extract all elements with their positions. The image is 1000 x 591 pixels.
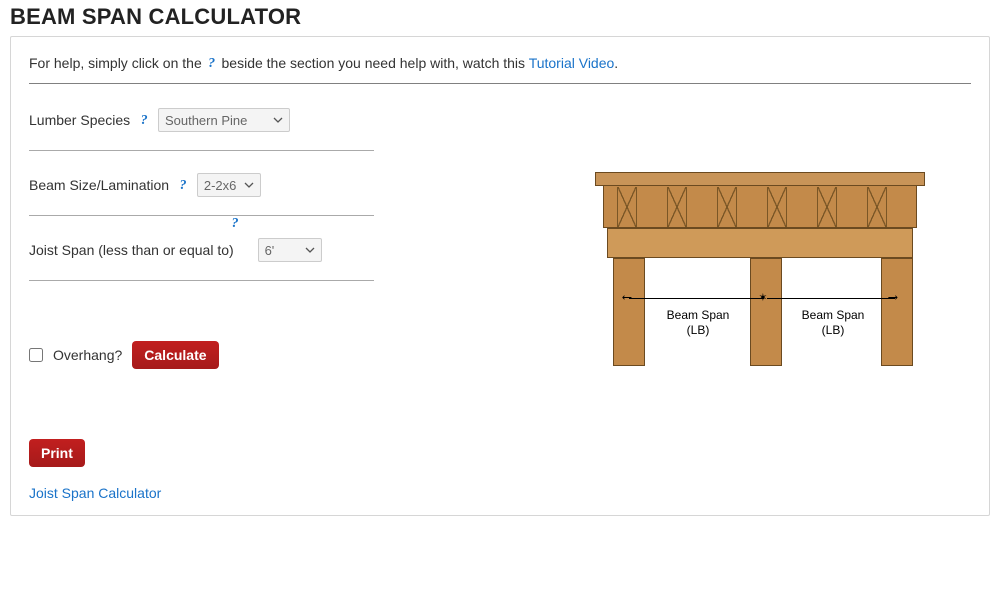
help-text: For help, simply click on the ? beside t… [29,55,971,73]
diagram-column: ⟵ ✶ ⟶ Beam Span (LB) Beam Span (LB) [549,108,971,372]
form-left-column: Lumber Species ? Southern Pine Beam Size… [29,108,519,501]
diagram-dimension-tick: ✶ [759,290,767,305]
help-text-suffix: beside the section you need help with, w… [222,55,529,71]
diagram-dimension-line [629,298,764,299]
beam-span-diagram: ⟵ ✶ ⟶ Beam Span (LB) Beam Span (LB) [595,172,925,372]
beam-size-select[interactable]: 2-2x6 [197,173,261,197]
diagram-joist-cross [667,187,687,227]
help-text-prefix: For help, simply click on the [29,55,206,71]
joist-span-row: ? Joist Span (less than or equal to) 6' [29,238,374,281]
calculator-panel: For help, simply click on the ? beside t… [10,36,990,516]
overhang-label: Overhang? [53,347,122,363]
overhang-calculate-row: Overhang? Calculate [29,341,519,369]
help-icon[interactable]: ? [138,113,150,129]
diagram-dimension-line [767,298,895,299]
help-icon[interactable]: ? [177,178,189,194]
diagram-post [613,258,645,366]
tutorial-video-link[interactable]: Tutorial Video [529,55,615,71]
print-button[interactable]: Print [29,439,85,467]
diagram-dimension-tick: ⟵ [623,290,631,305]
help-icon[interactable]: ? [206,56,218,72]
diagram-span-label-1: Beam Span (LB) [643,308,753,338]
page-title: BEAM SPAN CALCULATOR [10,4,990,30]
beam-size-label: Beam Size/Lamination [29,177,169,193]
diagram-joist-cross [767,187,787,227]
overhang-checkbox[interactable] [29,348,43,362]
diagram-span-label-2: Beam Span (LB) [778,308,888,338]
help-text-period: . [614,55,618,71]
diagram-beam [607,228,913,258]
calculate-button[interactable]: Calculate [132,341,218,369]
diagram-deck-surface [595,172,925,186]
form-area: Lumber Species ? Southern Pine Beam Size… [29,108,971,501]
lumber-species-select[interactable]: Southern Pine [158,108,290,132]
joist-span-calculator-link[interactable]: Joist Span Calculator [29,485,519,501]
print-row: Print [29,439,519,467]
diagram-joist-cross [717,187,737,227]
diagram-joist-cross [617,187,637,227]
joist-span-select[interactable]: 6' [258,238,322,262]
lumber-species-row: Lumber Species ? Southern Pine [29,108,374,151]
lumber-species-label: Lumber Species [29,112,130,128]
diagram-joist-cross [867,187,887,227]
help-icon[interactable]: ? [229,216,241,232]
beam-size-row: Beam Size/Lamination ? 2-2x6 [29,173,374,216]
joist-span-label: Joist Span (less than or equal to) [29,242,234,258]
diagram-dimension-tick: ⟶ [889,290,897,305]
diagram-joist-cross [817,187,837,227]
divider [29,83,971,84]
